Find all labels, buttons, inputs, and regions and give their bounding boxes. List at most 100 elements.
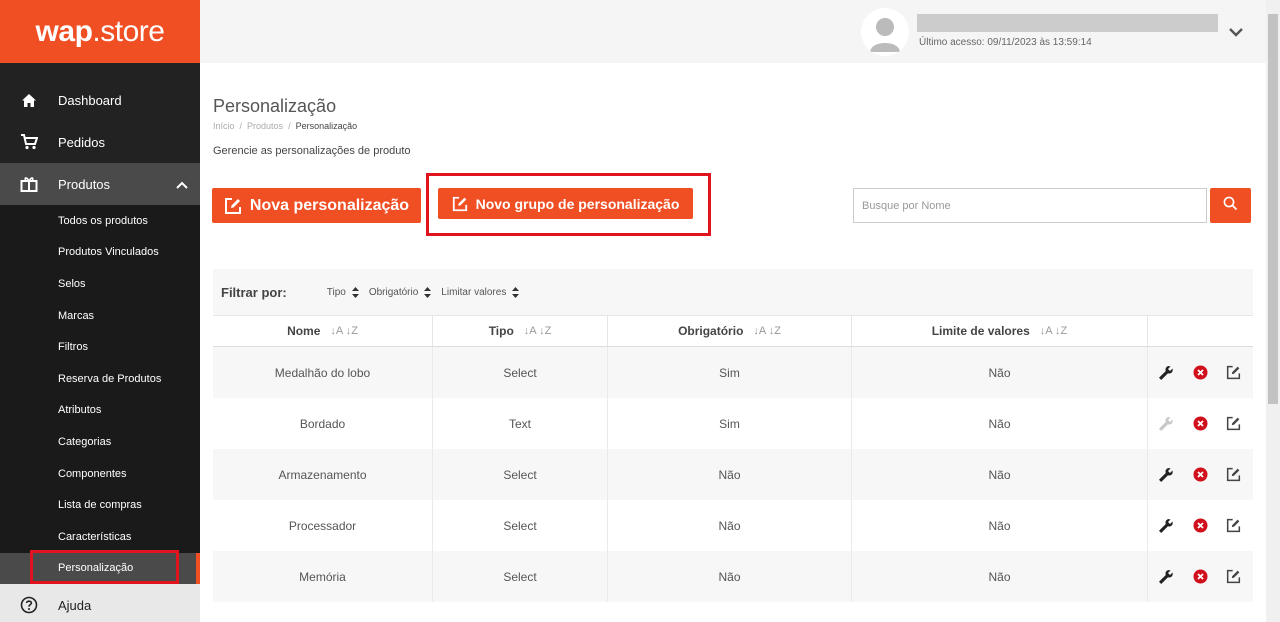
column-header-nome[interactable]: Nome ↓A ↓Z [213, 316, 433, 346]
avatar[interactable] [861, 8, 909, 56]
table-row: Memória Select Não Não [213, 551, 1253, 602]
sort-az-icon: ↓A ↓Z [1039, 325, 1068, 337]
last-access-text: Último acesso: 09/11/2023 às 13:59:14 [919, 37, 1092, 48]
cell-nome: Armazenamento [213, 449, 433, 500]
cell-tipo: Select [433, 551, 608, 602]
breadcrumb-separator: / [288, 121, 291, 131]
delete-icon[interactable] [1193, 365, 1208, 380]
username-placeholder [917, 14, 1218, 32]
sub-categorias[interactable]: Categorias [0, 426, 200, 458]
edit-icon[interactable] [1226, 416, 1241, 431]
sub-filtros[interactable]: Filtros [0, 331, 200, 363]
cell-actions [1148, 551, 1253, 602]
sub-componentes[interactable]: Componentes [0, 458, 200, 490]
filter-tipo[interactable]: Tipo [327, 286, 359, 298]
edit-icon [224, 197, 242, 215]
scrollbar-thumb[interactable] [1268, 14, 1278, 404]
wrench-icon[interactable] [1157, 568, 1175, 586]
cell-limite: Não [852, 347, 1148, 398]
wrench-icon[interactable] [1157, 364, 1175, 382]
sub-reserva-produtos[interactable]: Reserva de Produtos [0, 363, 200, 395]
wrench-icon[interactable] [1157, 415, 1175, 433]
sub-personalizacao[interactable]: Personalização [0, 552, 200, 585]
edit-icon[interactable] [1226, 467, 1241, 482]
sub-todos-produtos[interactable]: Todos os produtos [0, 205, 200, 237]
table-row: Medalhão do lobo Select Sim Não [213, 347, 1253, 398]
filter-limitar-valores[interactable]: Limitar valores [441, 286, 520, 298]
sub-produtos-vinculados[interactable]: Produtos Vinculados [0, 237, 200, 269]
edit-icon [452, 196, 468, 212]
sort-az-icon: ↓A ↓Z [330, 325, 358, 337]
delete-icon[interactable] [1193, 467, 1208, 482]
nav-dashboard[interactable]: Dashboard [0, 79, 200, 121]
column-header-tipo[interactable]: Tipo ↓A ↓Z [433, 316, 608, 346]
delete-icon[interactable] [1193, 569, 1208, 584]
edit-icon[interactable] [1226, 569, 1241, 584]
produtos-submenu: Todos os produtos Produtos Vinculados Se… [0, 205, 200, 585]
breadcrumb-produtos[interactable]: Produtos [247, 121, 283, 131]
cell-nome: Processador [213, 500, 433, 551]
wrench-icon[interactable] [1157, 466, 1175, 484]
sub-marcas[interactable]: Marcas [0, 300, 200, 332]
column-header-obrigatorio[interactable]: Obrigatório ↓A ↓Z [608, 316, 852, 346]
edit-icon[interactable] [1226, 518, 1241, 533]
nav-produtos-label: Produtos [58, 176, 111, 192]
new-customization-button[interactable]: Nova personalização [212, 188, 421, 223]
cell-tipo: Select [433, 500, 608, 551]
column-header-actions [1148, 316, 1253, 346]
chevron-up-icon [176, 177, 188, 192]
sort-az-icon: ↓A ↓Z [523, 325, 552, 337]
breadcrumb-inicio[interactable]: Início [213, 121, 235, 131]
search-icon [1223, 196, 1238, 216]
chevron-down-icon[interactable] [1228, 24, 1244, 42]
help-icon [20, 596, 38, 614]
nav-pedidos[interactable]: Pedidos [0, 121, 200, 163]
sub-atributos[interactable]: Atributos [0, 395, 200, 427]
sub-caracteristicas[interactable]: Características [0, 521, 200, 553]
sort-az-icon: ↓A ↓Z [753, 325, 781, 337]
delete-icon[interactable] [1193, 518, 1208, 533]
box-icon [20, 175, 38, 193]
breadcrumb-current: Personalização [295, 121, 358, 131]
sub-lista-compras[interactable]: Lista de compras [0, 489, 200, 521]
cell-nome: Bordado [213, 398, 433, 449]
wrench-icon[interactable] [1157, 517, 1175, 535]
cell-limite: Não [852, 551, 1148, 602]
table-row: Processador Select Não Não [213, 500, 1253, 551]
cell-actions [1148, 500, 1253, 551]
filter-obrigatorio[interactable]: Obrigatório [369, 286, 432, 298]
cell-actions [1148, 398, 1253, 449]
main-content: Personalização Início / Produtos / Perso… [200, 63, 1266, 622]
sort-icon [512, 286, 520, 298]
search-input[interactable] [853, 188, 1207, 223]
page-subtitle: Gerencie as personalizações de produto [213, 145, 411, 157]
top-bar: Último acesso: 09/11/2023 às 13:59:14 [200, 0, 1266, 63]
nav-ajuda-label: Ajuda [58, 597, 92, 613]
cell-obrigatorio: Não [608, 551, 852, 602]
cell-actions [1148, 347, 1253, 398]
cell-nome: Medalhão do lobo [213, 347, 433, 398]
cell-tipo: Text [433, 398, 608, 449]
edit-icon[interactable] [1226, 365, 1241, 380]
cell-obrigatorio: Sim [608, 347, 852, 398]
logo[interactable]: wap .store [0, 0, 200, 63]
cell-nome: Memória [213, 551, 433, 602]
table-body: Medalhão do lobo Select Sim Não Bordado Text S… [213, 347, 1253, 602]
new-customization-group-button[interactable]: Novo grupo de personalização [438, 188, 693, 219]
search-button[interactable] [1210, 188, 1251, 223]
cell-tipo: Select [433, 449, 608, 500]
sub-selos[interactable]: Selos [0, 268, 200, 300]
home-icon [20, 91, 38, 109]
column-header-limite[interactable]: Limite de valores ↓A ↓Z [852, 316, 1148, 346]
nav-produtos[interactable]: Produtos [0, 163, 200, 205]
sort-icon [424, 286, 432, 298]
filter-bar: Filtrar por: Tipo Obrigatório Limitar va… [213, 269, 1253, 315]
table-header: Nome ↓A ↓Z Tipo ↓A ↓Z Obrigatório ↓A ↓Z Lim… [213, 315, 1253, 347]
breadcrumb-separator: / [239, 121, 243, 131]
delete-icon[interactable] [1193, 416, 1208, 431]
cell-limite: Não [852, 398, 1148, 449]
nav-ajuda[interactable]: Ajuda [0, 584, 200, 622]
table-row: Armazenamento Select Não Não [213, 449, 1253, 500]
new-customization-label: Nova personalização [249, 196, 410, 214]
cell-limite: Não [852, 449, 1148, 500]
